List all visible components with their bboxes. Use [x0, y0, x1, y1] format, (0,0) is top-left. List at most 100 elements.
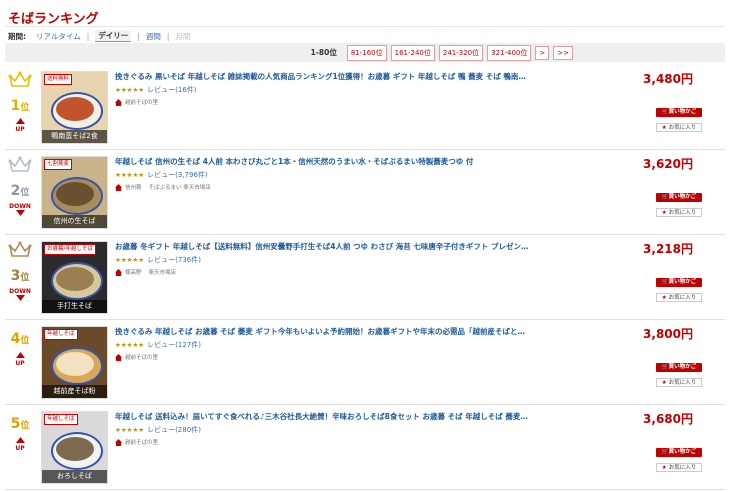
image-caption: おろしそば [42, 470, 107, 483]
cart-icon: 🛒 [661, 194, 669, 200]
shop-info: 穂高野 楽天市場店 [115, 268, 176, 276]
cart-icon: 🛒 [661, 279, 669, 285]
star-icon: ★ [661, 380, 667, 386]
rank-change-indicator: UP [5, 352, 35, 367]
favorite-button[interactable]: ★ お気に入り [656, 123, 702, 132]
rating: ★★★★★ レビュー(127件) [115, 340, 201, 350]
rank-number: 1位 [10, 98, 30, 114]
star-icon: ★ [661, 465, 667, 471]
star-icon: ★ [661, 295, 667, 301]
add-to-cart-button[interactable]: 🛒買い物かご [656, 278, 702, 287]
shop-branch[interactable]: そばぷるまい 楽天市場店 [149, 183, 211, 191]
pagination-link[interactable]: 241-320位 [438, 44, 484, 61]
up-arrow-icon [15, 118, 25, 126]
period-selector: 期間: リアルタイム | デイリー | 週間 | 月間 [8, 30, 191, 42]
shop-branch[interactable]: 楽天市場店 [149, 268, 177, 276]
pagination-link[interactable]: 161-240位 [390, 44, 435, 61]
period-label: 期間: [8, 31, 26, 41]
shop-home-icon [115, 353, 122, 361]
review-count-link[interactable]: レビュー(280件) [147, 426, 201, 434]
review-count-link[interactable]: レビュー(736件) [147, 256, 201, 264]
star-icon: ★ [661, 125, 667, 131]
product-title-link[interactable]: お歳暮 冬ギフト 年越しそば【送料無料】信州安曇野手打生そば4人前 つゆ わさび… [115, 241, 545, 252]
ranking-row: 4位 UP 年越しそば 越前産そば粉 挽きぐるみ 年越しそば お歳暮 そば 蕎麦… [5, 320, 725, 405]
shop-name-link[interactable]: 越前そばの里 [125, 98, 158, 106]
image-tag: 送料無料 [44, 74, 73, 85]
product-price: 3,620円 [643, 157, 693, 171]
favorite-button[interactable]: ★ お気に入り [656, 293, 702, 302]
review-count-link[interactable]: レビュー(127件) [147, 341, 201, 349]
rank-change-label: UP [15, 126, 25, 133]
period-monthly-link: 月間 [175, 31, 191, 41]
shop-info: 信州蕎 そばぷるまい 楽天市場店 [115, 183, 211, 191]
image-tag: 年越しそば [44, 414, 78, 425]
product-image[interactable]: お歳暮/年越しそば 手打生そば [41, 241, 108, 314]
shop-name-link[interactable]: 越前そばの里 [125, 438, 158, 446]
rank-number: 2位 [10, 183, 30, 199]
star-rating-icon: ★★★★★ [115, 426, 145, 434]
crown-icon [8, 241, 32, 257]
ranking-row: 3位 DOWN お歳暮/年越しそば 手打生そば お歳暮 冬ギフト 年越しそば【送… [5, 235, 725, 320]
crown-icon [8, 71, 32, 87]
product-price: 3,680円 [643, 412, 693, 426]
add-to-cart-button[interactable]: 🛒買い物かご [656, 193, 702, 202]
up-arrow-icon [15, 437, 25, 445]
image-caption: 信州の生そば [42, 215, 107, 228]
product-price: 3,480円 [643, 72, 693, 86]
rank-column: 4位 UP [5, 320, 35, 404]
shop-name-link[interactable]: 越前そばの里 [125, 353, 158, 361]
shop-home-icon [115, 438, 122, 446]
period-daily-tab[interactable]: デイリー [95, 30, 132, 42]
shop-name-link[interactable]: 穂高野 [125, 268, 142, 276]
rank-number: 3位 [10, 268, 30, 284]
crown-icon [8, 156, 32, 172]
review-count-link[interactable]: レビュー(3,796件) [147, 171, 208, 179]
rank-change-label: UP [15, 445, 25, 452]
cart-icon: 🛒 [661, 364, 669, 370]
product-price: 3,218円 [643, 242, 693, 256]
product-image[interactable]: 送料無料 鴨南蛮そば2食 [41, 71, 108, 144]
shop-info: 越前そばの里 [115, 98, 158, 106]
star-rating-icon: ★★★★★ [115, 171, 145, 179]
favorite-button[interactable]: ★ お気に入り [656, 378, 702, 387]
product-image[interactable]: 年越しそば おろしそば [41, 411, 108, 484]
rank-change-label: DOWN [9, 288, 31, 295]
rank-column: 3位 DOWN [5, 235, 35, 319]
ranking-row: 5位 UP 年越しそば おろしそば 年越しそば 送料込み！届いてすぐ食べれる♪三… [5, 405, 725, 490]
down-arrow-icon [15, 210, 25, 218]
favorite-button[interactable]: ★ お気に入り [656, 463, 702, 472]
shop-name-link[interactable]: 信州蕎 [125, 183, 142, 191]
product-image[interactable]: 七割蕎麦 信州の生そば [41, 156, 108, 229]
period-weekly-link[interactable]: 週間 [146, 31, 161, 42]
product-image[interactable]: 年越しそば 越前産そば粉 [41, 326, 108, 399]
rank-change-indicator: UP [5, 437, 35, 452]
pagination-link[interactable]: 81-160位 [346, 44, 387, 61]
pagination-last-button[interactable]: >> [553, 45, 573, 60]
shop-info: 越前そばの里 [115, 353, 158, 361]
pagination-next-button[interactable]: > [535, 45, 550, 60]
pagination-link[interactable]: 321-400位 [487, 44, 532, 61]
down-arrow-icon [15, 295, 25, 303]
rank-column: 5位 UP [5, 405, 35, 489]
add-to-cart-button[interactable]: 🛒買い物かご [656, 448, 702, 457]
cart-icon: 🛒 [661, 449, 669, 455]
up-arrow-icon [15, 352, 25, 360]
shop-home-icon [115, 183, 122, 191]
period-realtime-link[interactable]: リアルタイム [36, 31, 81, 42]
rating: ★★★★★ レビュー(3,796件) [115, 170, 208, 180]
add-to-cart-button[interactable]: 🛒買い物かご [656, 363, 702, 372]
product-title-link[interactable]: 年越しそば 信州の生そば 4人前 本わさび丸ごと1本・信州天然のうまい水・そばぷ… [115, 156, 545, 167]
favorite-button[interactable]: ★ お気に入り [656, 208, 702, 217]
add-to-cart-button[interactable]: 🛒買い物かご [656, 108, 702, 117]
product-title-link[interactable]: 挽きぐるみ 年越しそば お歳暮 そば 蕎麦 ギフト今年もいよいよ予約開始！お歳暮… [115, 326, 545, 337]
image-tag: 年越しそば [44, 329, 78, 340]
product-price: 3,800円 [643, 327, 693, 341]
rating: ★★★★★ レビュー(736件) [115, 255, 201, 265]
image-caption: 手打生そば [42, 300, 107, 313]
product-title-link[interactable]: 挽きぐるみ 黒いそば 年越しそば 雑誌掲載の人気商品ランキング1位獲得！お歳暮 … [115, 71, 545, 82]
rank-column: 1位 UP [5, 65, 35, 149]
star-rating-icon: ★★★★★ [115, 341, 145, 349]
product-title-link[interactable]: 年越しそば 送料込み！届いてすぐ食べれる♪三木谷社長大絶賛！辛味おろしそば8食セ… [115, 411, 545, 422]
review-count-link[interactable]: レビュー(16件) [147, 86, 196, 94]
image-caption: 鴨南蛮そば2食 [42, 130, 107, 143]
